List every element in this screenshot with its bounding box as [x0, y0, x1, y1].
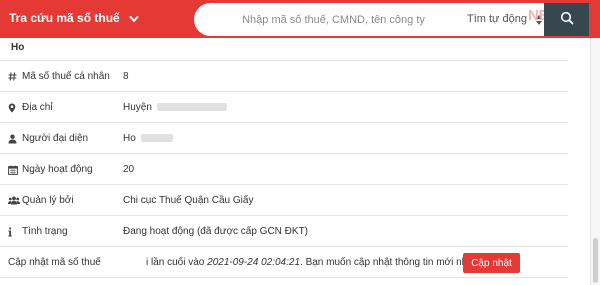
address-row: Địa chỉ Huyện — [0, 92, 568, 123]
search-bar: Tìm tự động — [194, 3, 544, 36]
update-button[interactable]: Cập nhật — [463, 253, 520, 273]
address-label: Địa chỉ — [22, 102, 53, 113]
redacted-text — [140, 134, 173, 143]
redacted-text — [156, 103, 227, 112]
tax-code-row: Mã số thuế cá nhân 8 — [0, 61, 568, 92]
last-updated-timestamp: 2021-09-24 02:04:21 — [207, 257, 301, 268]
search-icon — [560, 11, 574, 28]
page-scrollbar[interactable] — [590, 38, 600, 285]
top-bar: Tra cứu mã số thuế Tìm tự động NETAM — [0, 0, 600, 38]
representative-row: Người đại diện Ho — [0, 123, 568, 154]
representative-label: Người đại diện — [22, 133, 89, 144]
start-date-label: Ngày hoạt động — [22, 164, 93, 175]
user-icon — [8, 134, 19, 144]
managed-by-label: Quản lý bởi — [22, 195, 74, 206]
start-date-row: Ngày hoạt động 20 — [0, 154, 568, 185]
managed-by-value: Chi cục Thuế Quận Cầu Giấy — [123, 195, 254, 206]
start-date-value: 20 — [123, 164, 135, 175]
map-marker-icon — [8, 103, 19, 113]
update-text-after: . Bạn muốn cập nhật thông tin mới nhất? — [300, 257, 482, 268]
update-text-before: i lần cuối vào — [146, 257, 208, 268]
managed-by-row: Quản lý bởi Chi cục Thuế Quận Cầu Giấy — [0, 185, 568, 216]
scrollbar-thumb[interactable] — [593, 238, 598, 283]
representative-value: Ho — [123, 133, 136, 144]
update-label: Cập nhật mã số thuế — [8, 257, 101, 268]
users-icon — [8, 196, 20, 205]
status-value: Đang hoạt động (đã được cấp GCN ĐKT) — [123, 226, 309, 237]
calendar-icon — [8, 165, 19, 175]
update-row: Cập nhật mã số thuế i lần cuối vào 2021-… — [0, 247, 568, 278]
search-input[interactable] — [194, 3, 459, 36]
address-value: Huyện — [123, 102, 152, 113]
info-icon — [8, 227, 19, 237]
taxpayer-name: Ho — [0, 38, 568, 61]
tax-code-value: 8 — [123, 71, 129, 82]
app-title: Tra cứu mã số thuế — [9, 11, 120, 25]
sort-arrows-icon[interactable] — [535, 14, 543, 26]
tax-code-label: Mã số thuế cá nhân — [22, 71, 110, 82]
status-label: Tình trạng — [22, 226, 68, 237]
search-mode-select[interactable]: Tìm tự động — [467, 13, 527, 25]
lookup-menu[interactable]: Tra cứu mã số thuế — [9, 11, 139, 25]
taxpayer-detail: Ho Mã số thuế cá nhân 8 Địa chỉ Huyện Ng… — [0, 38, 568, 278]
chevron-down-icon — [129, 13, 139, 23]
update-message: i lần cuối vào 2021-09-24 02:04:21. Bạn … — [146, 257, 481, 268]
search-button[interactable] — [544, 3, 589, 36]
hash-icon — [8, 72, 19, 81]
status-row: Tình trạng Đang hoạt động (đã được cấp G… — [0, 216, 568, 247]
